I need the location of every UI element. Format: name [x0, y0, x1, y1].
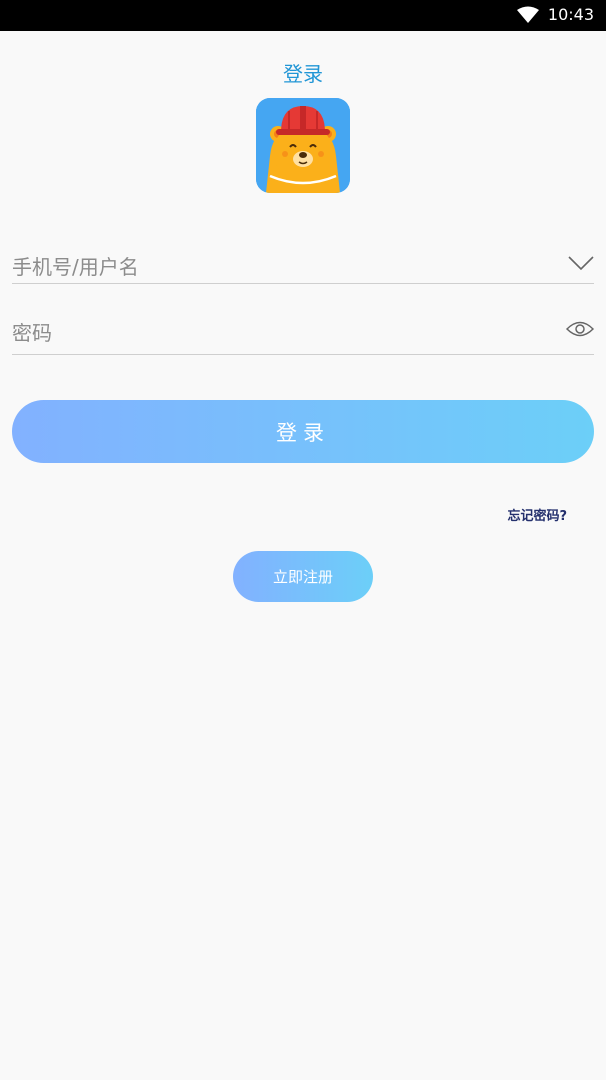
login-button[interactable]: 登录 — [12, 400, 594, 463]
forgot-password-link[interactable]: 忘记密码? — [507, 505, 567, 524]
status-time: 10:43 — [547, 5, 594, 24]
app-logo — [256, 98, 350, 193]
chevron-down-icon[interactable] — [568, 255, 594, 271]
bear-with-hardhat-icon — [256, 98, 350, 193]
login-button-label: 登录 — [276, 420, 330, 445]
register-button[interactable]: 立即注册 — [233, 551, 373, 602]
username-field[interactable]: 手机号/用户名 — [12, 240, 594, 284]
password-field[interactable]: 密码 — [12, 308, 594, 355]
status-bar: 10:43 — [0, 0, 606, 31]
eye-icon[interactable] — [566, 320, 594, 338]
register-button-label: 立即注册 — [272, 568, 333, 586]
page-title: 登录 — [283, 62, 323, 86]
username-input[interactable]: 手机号/用户名 — [12, 251, 139, 280]
wifi-icon — [517, 6, 539, 23]
password-input[interactable]: 密码 — [12, 317, 52, 346]
